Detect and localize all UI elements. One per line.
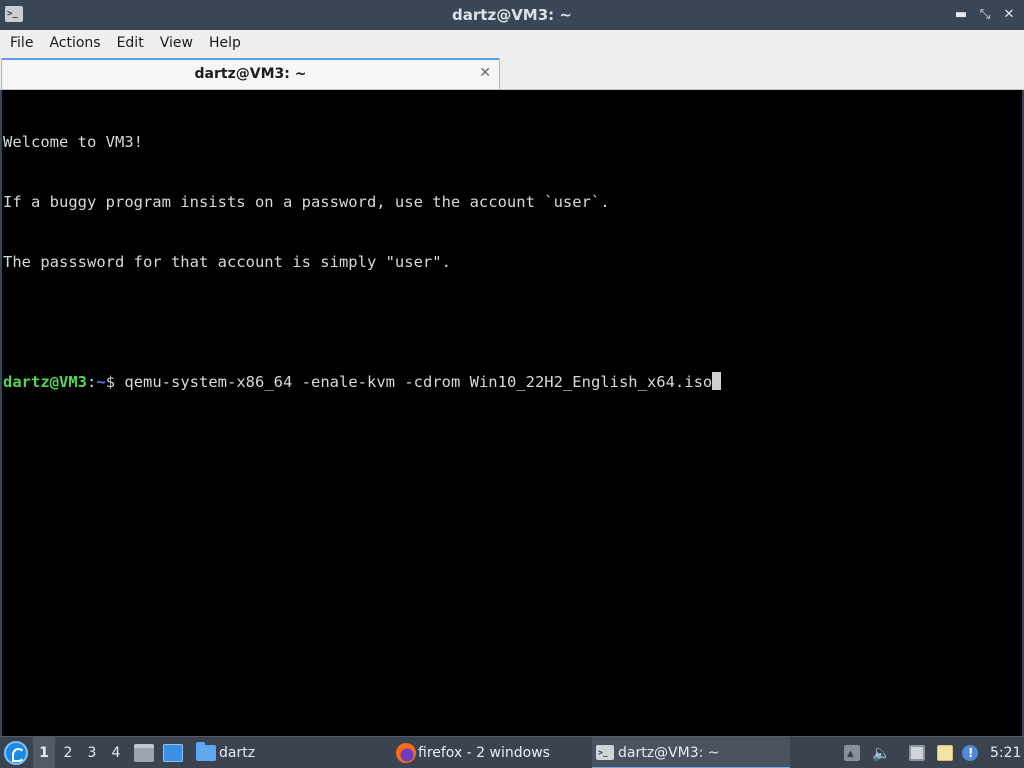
terminal-line: Welcome to VM3! <box>3 133 143 151</box>
menu-view[interactable]: View <box>152 30 201 56</box>
volume-icon[interactable]: 🔈 <box>872 745 891 761</box>
text-cursor <box>712 372 722 390</box>
start-menu-icon[interactable] <box>4 741 28 765</box>
menu-edit[interactable]: Edit <box>109 30 152 56</box>
menu-file[interactable]: File <box>2 30 41 56</box>
task-terminal-label: dartz@VM3: ~ <box>618 745 720 761</box>
clock[interactable]: 5:21 <box>990 737 1021 768</box>
taskbar: 1 2 3 4 dartz firefox - 2 windows >_ dar… <box>0 736 1024 768</box>
folder-label[interactable]: dartz <box>219 737 255 768</box>
maximize-icon[interactable]: ⤡ <box>978 0 992 30</box>
menu-help[interactable]: Help <box>201 30 249 56</box>
tab-close-icon[interactable]: ✕ <box>479 60 491 86</box>
close-icon[interactable]: ✕ <box>1002 0 1016 30</box>
minimize-icon[interactable]: ▬ <box>954 0 968 30</box>
prompt-path: ~ <box>96 373 106 391</box>
prompt-user-host: dartz@VM3 <box>3 373 87 391</box>
window-title: dartz@VM3: ~ <box>452 6 572 24</box>
task-terminal[interactable]: >_ dartz@VM3: ~ <box>592 737 790 768</box>
workspace-1[interactable]: 1 <box>33 737 55 768</box>
tab-label: dartz@VM3: ~ <box>194 66 307 82</box>
terminal-icon: >_ <box>596 745 614 760</box>
workspace-2[interactable]: 2 <box>57 737 79 768</box>
menu-bar: File Actions Edit View Help <box>0 30 1024 56</box>
show-desktop-icon[interactable] <box>163 744 183 762</box>
terminal-output[interactable]: Welcome to VM3! If a buggy program insis… <box>0 90 1024 736</box>
tab-terminal[interactable]: dartz@VM3: ~ ✕ <box>1 58 500 89</box>
desktop-screen: >_ dartz@VM3: ~ ▬ ⤡ ✕ File Actions Edit … <box>0 0 1024 768</box>
prompt-separator: : <box>87 373 97 391</box>
prompt-symbol: $ <box>105 373 125 391</box>
terminal-line: If a buggy program insists on a password… <box>3 193 610 211</box>
command-text: qemu-system-x86_64 -enale-kvm -cdrom Win… <box>124 373 713 391</box>
firefox-icon <box>396 743 416 763</box>
clipboard-icon[interactable] <box>937 745 953 761</box>
window-controls: ▬ ⤡ ✕ <box>954 0 1016 30</box>
terminal-line: The passsword for that account is simply… <box>3 253 451 271</box>
tab-bar: dartz@VM3: ~ ✕ <box>0 56 1024 90</box>
window-titlebar[interactable]: >_ dartz@VM3: ~ ▬ ⤡ ✕ <box>0 0 1024 30</box>
workspace-3[interactable]: 3 <box>81 737 103 768</box>
network-icon[interactable] <box>909 745 925 761</box>
task-firefox-label: firefox - 2 windows <box>418 745 550 761</box>
menu-actions[interactable]: Actions <box>41 30 108 56</box>
tray-arrow-icon[interactable] <box>844 738 860 768</box>
workspace-4[interactable]: 4 <box>105 737 127 768</box>
notification-icon[interactable] <box>962 737 978 768</box>
command-line[interactable]: dartz@VM3:~$ qemu-system-x86_64 -enale-k… <box>3 372 1022 392</box>
file-manager-icon[interactable] <box>134 744 154 762</box>
task-firefox[interactable]: firefox - 2 windows <box>392 737 590 768</box>
folder-icon[interactable] <box>196 742 216 761</box>
